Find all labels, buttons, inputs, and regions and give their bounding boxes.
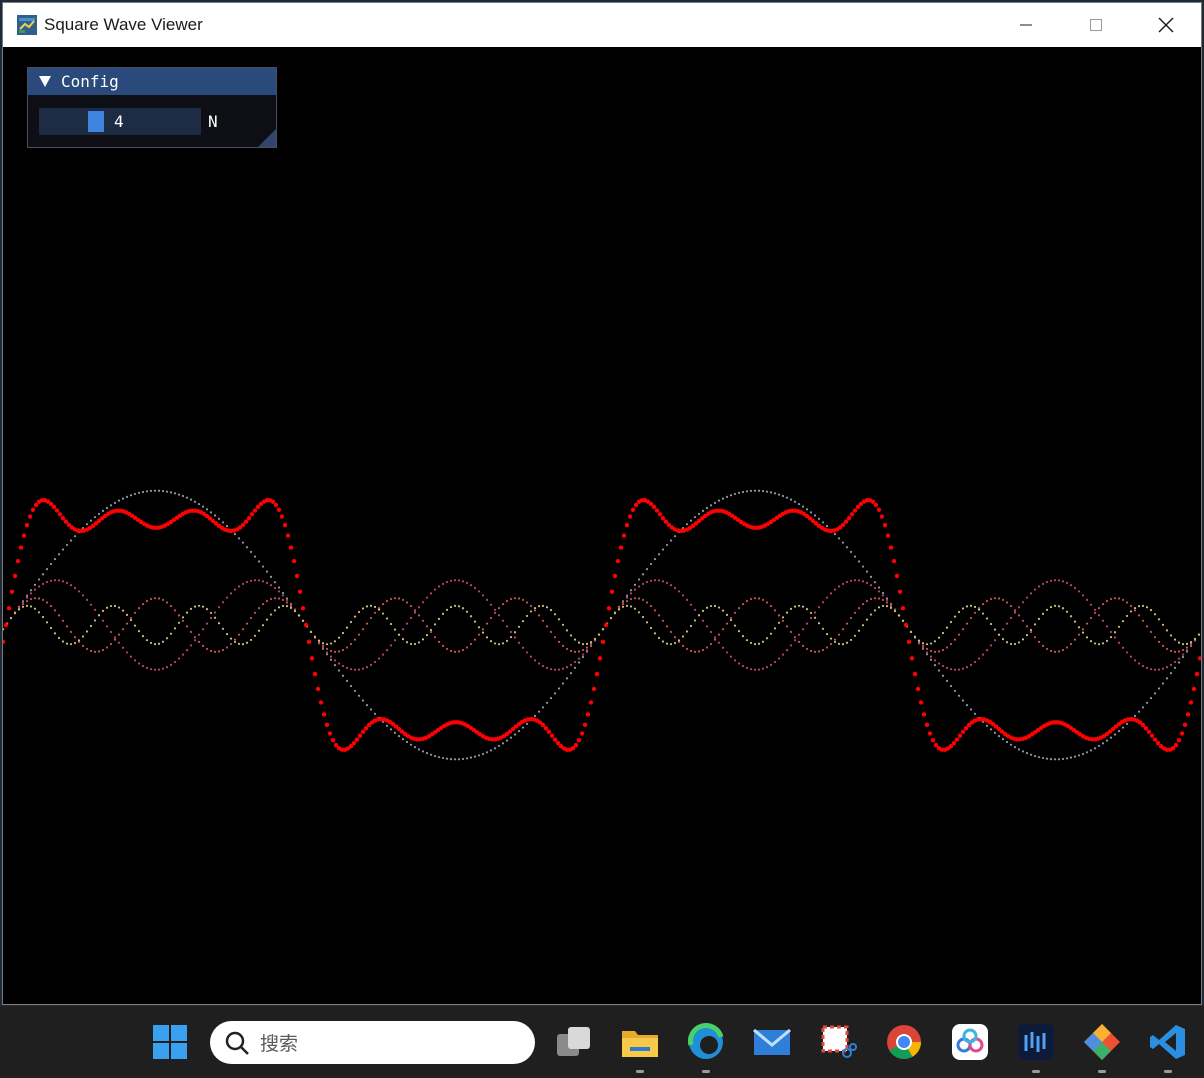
file-explorer-icon <box>622 1031 658 1057</box>
task-view-button[interactable] <box>550 1018 598 1066</box>
collapse-arrow-icon[interactable] <box>39 76 51 87</box>
slider-grab-handle[interactable] <box>88 111 104 132</box>
config-panel[interactable]: Config 4 N <box>27 67 277 148</box>
taskbar: 搜索 <box>0 1005 1204 1078</box>
close-button[interactable] <box>1131 3 1201 47</box>
window-title: Square Wave Viewer <box>44 15 203 34</box>
config-title: Config <box>61 72 119 91</box>
app-window: Square Wave Viewer Config 4 N <box>2 2 1202 1005</box>
maximize-button[interactable] <box>1061 3 1131 47</box>
harmonic-5-series <box>3 597 1201 653</box>
terminal-app-icon <box>1018 1024 1054 1060</box>
windows-start-icon <box>153 1025 187 1059</box>
edge-button[interactable] <box>682 1018 730 1073</box>
close-icon <box>1158 17 1174 33</box>
running-indicator <box>636 1070 644 1073</box>
start-button[interactable] <box>146 1018 194 1066</box>
snipping-tool-icon <box>821 1025 857 1058</box>
terminal-app-button[interactable] <box>1012 1018 1060 1073</box>
config-panel-header[interactable]: Config <box>28 68 276 95</box>
title-bar[interactable]: Square Wave Viewer <box>3 3 1201 47</box>
chrome-button[interactable] <box>880 1018 928 1066</box>
vscode-icon <box>1150 1025 1185 1059</box>
slider-value: 4 <box>114 112 124 131</box>
harmonic-7-series <box>3 604 1201 646</box>
baidu-netdisk-icon <box>952 1024 988 1060</box>
n-slider[interactable]: 4 <box>39 108 201 135</box>
search-icon <box>225 1031 249 1055</box>
running-indicator <box>702 1070 710 1073</box>
file-explorer-button[interactable] <box>616 1018 664 1073</box>
git-icon <box>1084 1024 1120 1060</box>
harmonic-1-series <box>3 489 1201 761</box>
search-placeholder: 搜索 <box>260 1033 299 1055</box>
running-indicator <box>1098 1070 1106 1073</box>
edge-icon <box>687 1023 724 1059</box>
minimize-icon <box>1020 24 1032 26</box>
snipping-tool-button[interactable] <box>814 1018 862 1066</box>
minimize-button[interactable] <box>991 3 1061 47</box>
mail-button[interactable] <box>748 1018 796 1066</box>
running-indicator <box>1164 1070 1172 1073</box>
git-button[interactable] <box>1078 1018 1126 1073</box>
mail-icon <box>753 1028 791 1055</box>
wave-series-group <box>3 489 1201 761</box>
slider-row: 4 N <box>39 108 218 135</box>
resize-grip-icon[interactable] <box>258 129 276 147</box>
task-view-icon <box>557 1027 590 1056</box>
running-indicator <box>1032 1070 1040 1073</box>
baidu-netdisk-button[interactable] <box>946 1018 994 1066</box>
chrome-icon <box>887 1025 921 1059</box>
taskbar-search[interactable]: 搜索 <box>210 1021 535 1064</box>
vscode-button[interactable] <box>1144 1018 1192 1073</box>
slider-label: N <box>208 112 218 131</box>
python-app-icon <box>17 15 37 35</box>
square-wave-sum-series <box>3 498 1201 752</box>
maximize-icon <box>1090 19 1102 31</box>
wave-plot-canvas <box>3 489 1201 761</box>
